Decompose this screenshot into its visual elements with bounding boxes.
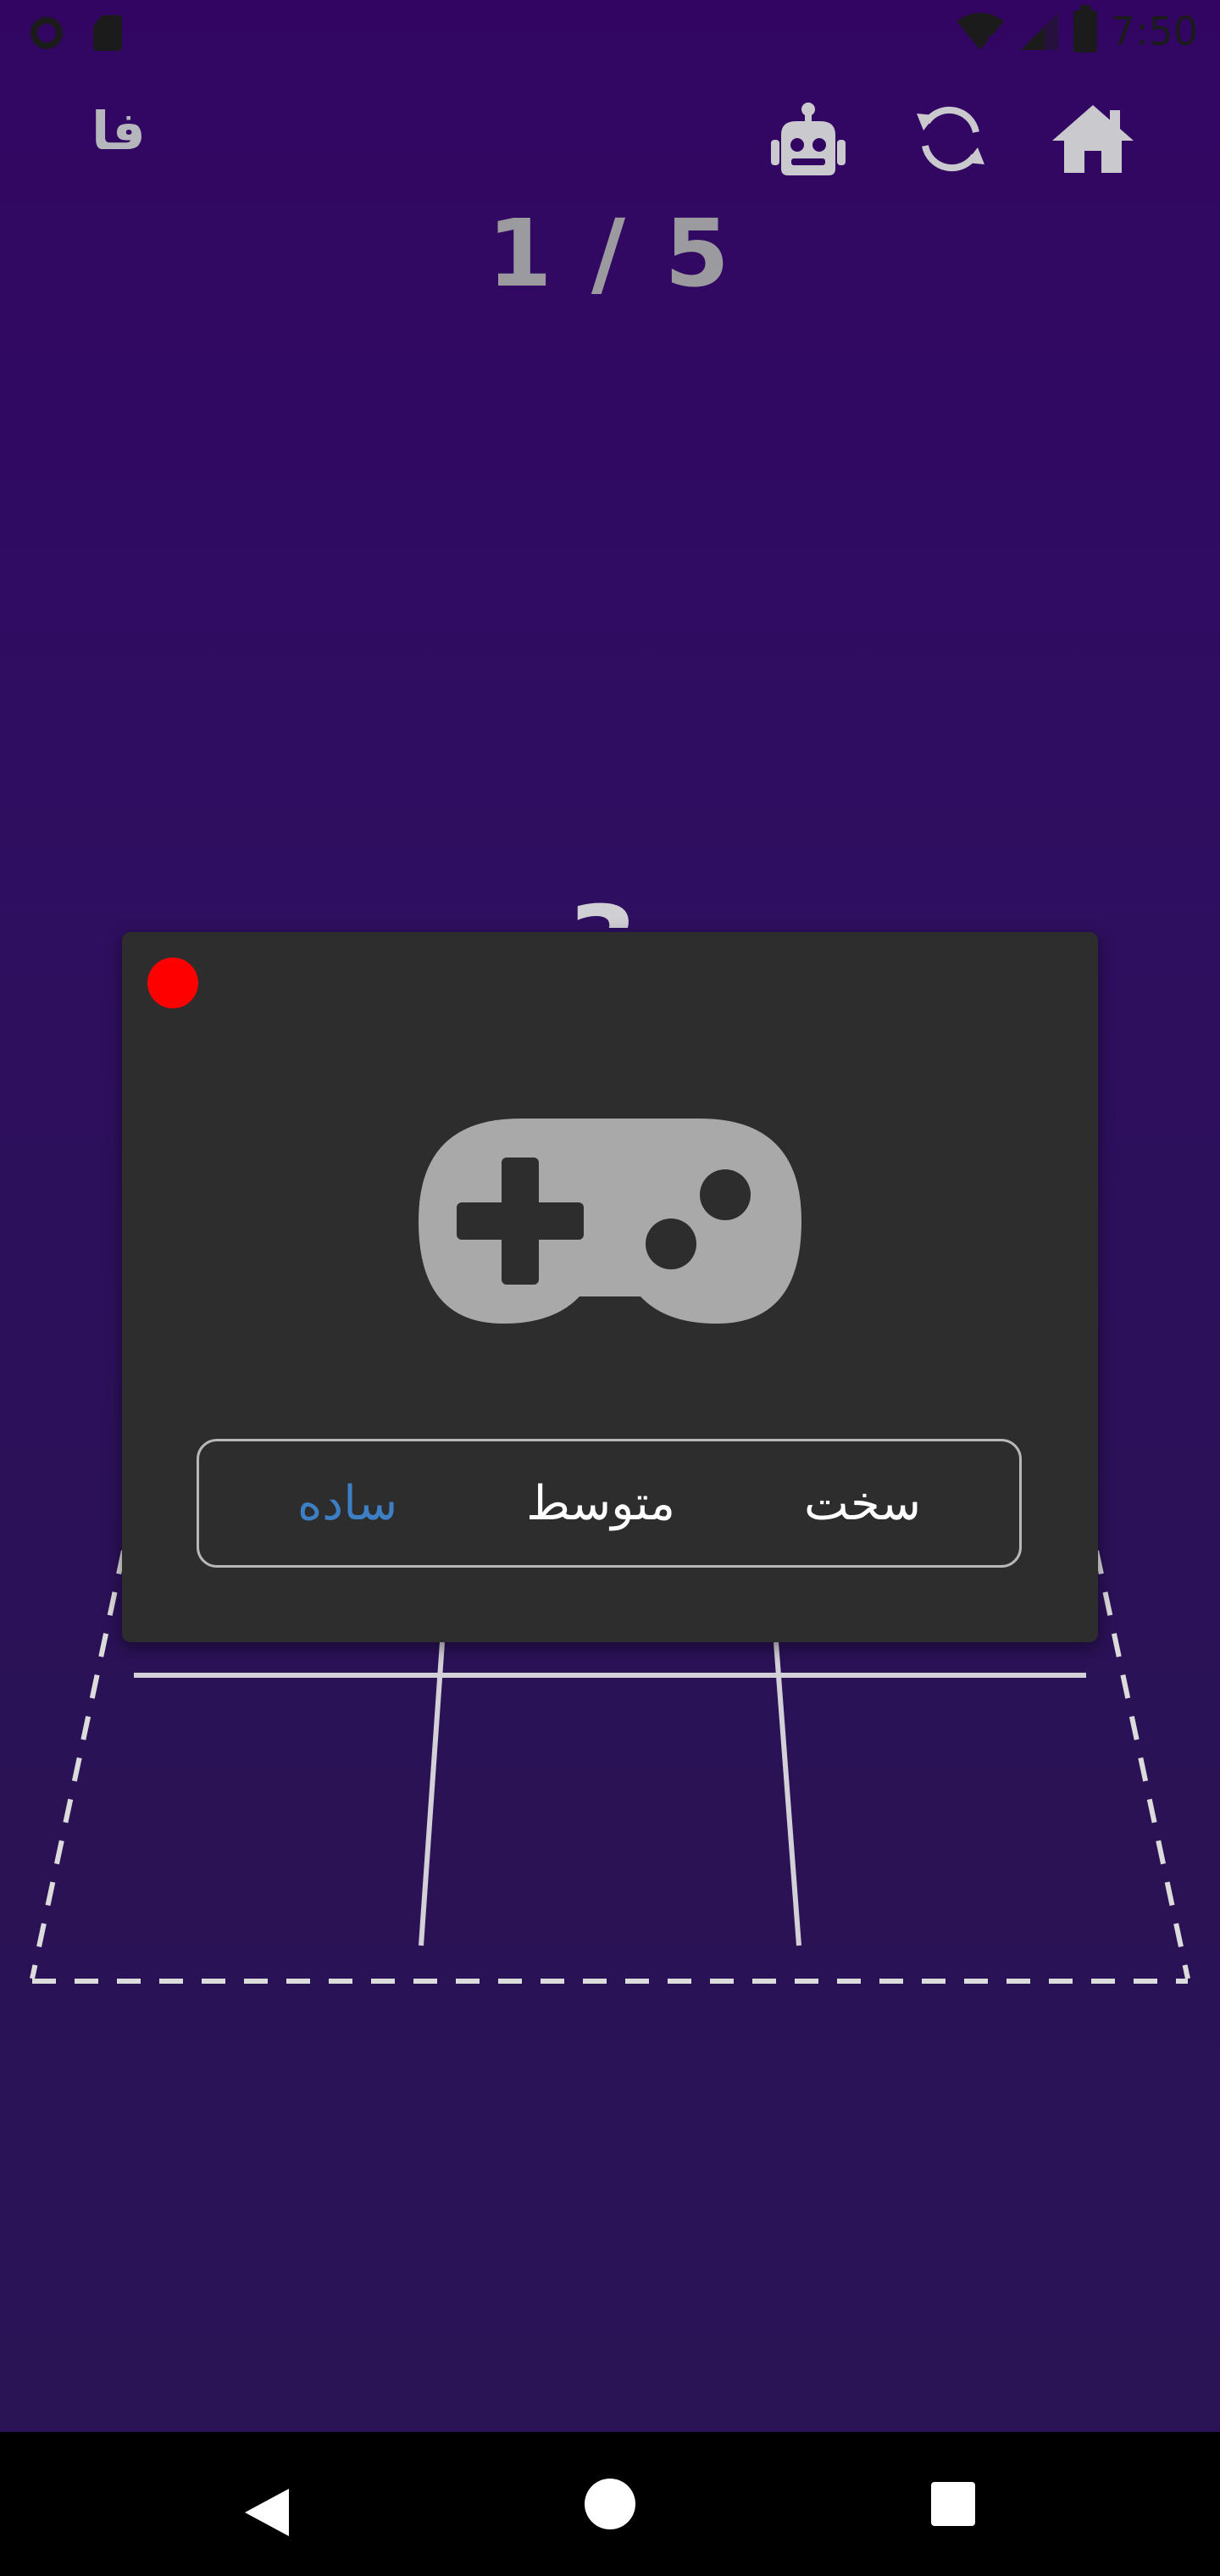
back-icon[interactable] xyxy=(243,2487,291,2538)
difficulty-medium-option[interactable]: متوسط xyxy=(501,1468,701,1540)
close-button[interactable] xyxy=(147,958,198,1008)
difficulty-easy-option[interactable]: ساده xyxy=(272,1468,423,1540)
home-circle-icon[interactable] xyxy=(585,2479,635,2529)
difficulty-hard-option[interactable]: سخت xyxy=(779,1468,946,1540)
difficulty-selector: ساده متوسط سخت xyxy=(197,1439,1022,1568)
difficulty-dialog: ساده متوسط سخت xyxy=(122,932,1098,1642)
gamepad-icon xyxy=(419,1119,801,1324)
navigation-bar xyxy=(0,2432,1220,2576)
recent-apps-icon[interactable] xyxy=(931,2482,975,2526)
